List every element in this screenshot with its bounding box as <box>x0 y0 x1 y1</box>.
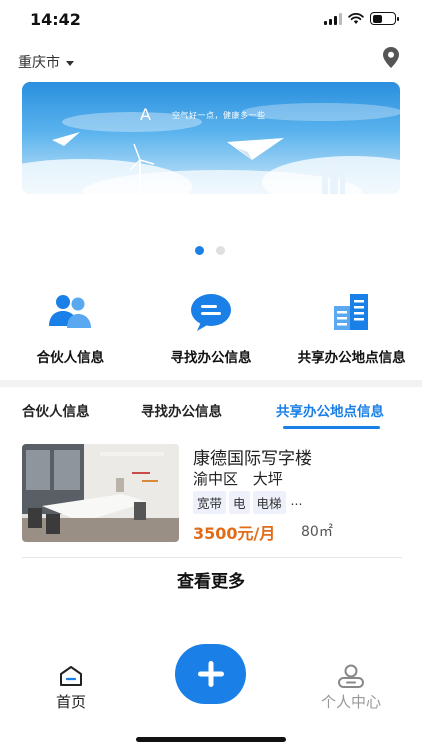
home-indicator <box>136 737 286 742</box>
signal-icon <box>324 12 342 25</box>
category-label: 寻找办公信息 <box>170 350 252 366</box>
active-tab-underline <box>283 426 380 429</box>
category-grid: 合伙人信息 寻找办公信息 共享办公地点信息 <box>0 290 422 370</box>
tag: 电梯 <box>252 491 286 514</box>
location-button[interactable] <box>380 46 402 70</box>
listing-location: 渝中区 大坪 <box>193 470 283 488</box>
banner-artwork: A <box>22 103 400 194</box>
section-divider <box>0 380 422 387</box>
category-partners[interactable]: 合伙人信息 <box>0 290 141 370</box>
caret-down-icon <box>66 60 74 66</box>
listing-photo <box>22 444 179 542</box>
nav-profile-label: 个人中心 <box>320 693 381 711</box>
listing-area: 80㎡ <box>301 524 333 540</box>
promo-banner[interactable]: A 空气好一点，健康多一些 <box>22 82 400 194</box>
nav-home[interactable]: 首页 <box>48 665 94 712</box>
carousel-indicator <box>195 246 225 255</box>
category-shared-office[interactable]: 共享办公地点信息 <box>281 290 422 370</box>
home-icon <box>60 666 82 686</box>
category-label: 合伙人信息 <box>36 350 105 366</box>
city-label: 重庆市 <box>18 55 60 71</box>
nav-profile[interactable]: 个人中心 <box>313 664 389 712</box>
chat-bubble-icon <box>184 290 238 334</box>
user-icon <box>338 664 364 688</box>
tag: 宽带 <box>193 491 227 514</box>
add-button[interactable] <box>175 644 246 704</box>
tags-more: ... <box>290 493 303 508</box>
tab-partners[interactable]: 合伙人信息 <box>22 400 90 420</box>
banner-slogan: 空气好一点，健康多一些 <box>172 111 266 120</box>
buildings-icon <box>325 290 379 334</box>
wifi-icon <box>348 12 364 24</box>
tag: 电 <box>229 491 250 514</box>
status-icons <box>324 12 399 25</box>
nav-home-label: 首页 <box>55 693 86 711</box>
category-find-office[interactable]: 寻找办公信息 <box>141 290 282 370</box>
view-more-button[interactable]: 查看更多 <box>0 567 422 592</box>
listing-title: 康德国际写字楼 <box>193 449 312 469</box>
carousel-dot[interactable] <box>216 246 225 255</box>
battery-icon <box>370 12 399 25</box>
svg-text:A: A <box>140 105 151 124</box>
tab-shared-office[interactable]: 共享办公地点信息 <box>276 400 384 420</box>
partners-icon <box>43 290 97 334</box>
status-bar: 14:42 <box>0 0 422 40</box>
location-pin-icon <box>383 47 399 68</box>
plus-icon <box>197 661 224 687</box>
listing-price: 3500元/月 <box>193 524 276 543</box>
listing-tags: 宽带 电 电梯 ... <box>193 491 304 514</box>
carousel-dot-active[interactable] <box>195 246 204 255</box>
city-selector[interactable]: 重庆市 <box>18 52 74 72</box>
category-label: 共享办公地点信息 <box>297 350 406 366</box>
listing-card[interactable]: 康德国际写字楼 渝中区 大坪 宽带 电 电梯 ... 3500元/月 80㎡ <box>22 444 402 543</box>
status-time: 14:42 <box>30 10 81 29</box>
list-divider <box>22 557 402 558</box>
tab-find-office[interactable]: 寻找办公信息 <box>141 400 222 420</box>
